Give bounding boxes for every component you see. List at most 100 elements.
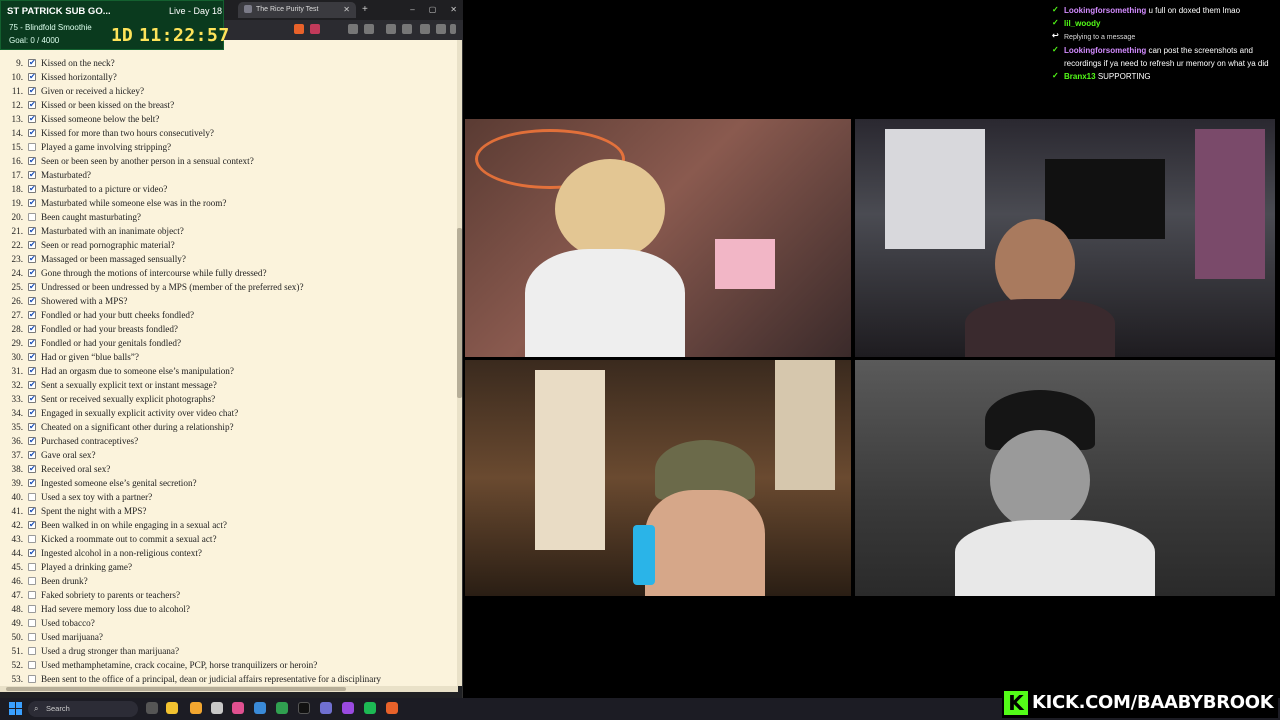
checkbox-checked[interactable] (28, 252, 36, 266)
checkbox-checked[interactable] (28, 126, 36, 140)
checkbox-checked[interactable] (28, 308, 36, 322)
chat-reply-label: ↩ Replying to a message (1052, 30, 1278, 44)
leo-icon[interactable] (402, 24, 412, 34)
checkbox-checked[interactable] (28, 56, 36, 70)
question-text: Engaged in sexually explicit activity ov… (41, 408, 239, 418)
checkbox-checked[interactable] (28, 350, 36, 364)
sidebar-icon[interactable] (364, 24, 374, 34)
brave-shield-icon[interactable] (294, 24, 304, 34)
checkbox-unchecked[interactable] (28, 493, 36, 501)
chat-username[interactable]: Lookingforsomething (1064, 46, 1146, 55)
checkbox-checked[interactable] (28, 518, 36, 532)
steam-icon[interactable] (254, 702, 266, 714)
checkbox-checked[interactable] (28, 504, 36, 518)
checkbox-unchecked[interactable] (28, 633, 36, 641)
vpn-icon[interactable] (420, 24, 430, 34)
checkbox-checked[interactable] (28, 448, 36, 462)
app-icon-pink[interactable] (232, 702, 244, 714)
checkbox-checked[interactable] (28, 406, 36, 420)
checkbox-checked[interactable] (28, 392, 36, 406)
search-label: Search (46, 704, 70, 713)
checkbox-unchecked[interactable] (28, 577, 36, 585)
app-icon-green[interactable] (276, 702, 288, 714)
tiktok-icon[interactable] (298, 702, 310, 714)
minimize-button[interactable]: – (410, 2, 414, 18)
goal-name: 75 - Blindfold Smoothie (9, 23, 92, 32)
scroll-thumb[interactable] (457, 228, 462, 398)
timer-days: 1D (111, 25, 133, 46)
vertical-scrollbar[interactable] (457, 40, 462, 686)
checkbox-checked[interactable] (28, 84, 36, 98)
settings-icon[interactable] (211, 702, 223, 714)
windows-start-icon[interactable] (9, 702, 22, 715)
app-icon-purple[interactable] (320, 702, 332, 714)
checkbox-checked[interactable] (28, 224, 36, 238)
checkbox-checked[interactable] (28, 420, 36, 434)
checkbox-unchecked[interactable] (28, 143, 36, 151)
checkbox-checked[interactable] (28, 266, 36, 280)
checkbox-checked[interactable] (28, 168, 36, 182)
question-number: 48. (11, 604, 23, 614)
kick-banner: K KICK.COM/BAABYBROOK (1002, 689, 1278, 718)
checkbox-unchecked[interactable] (28, 619, 36, 627)
chat-username[interactable]: Branx13 (1064, 72, 1096, 81)
question-text: Had severe memory loss due to alcohol? (41, 604, 190, 614)
task-view-icon[interactable] (146, 702, 158, 714)
tab-rice-purity[interactable]: The Rice Purity Test ✕ (238, 2, 356, 18)
checkbox-unchecked[interactable] (28, 647, 36, 655)
checkbox-checked[interactable] (28, 378, 36, 392)
checkbox-unchecked[interactable] (28, 591, 36, 599)
taskbar-search[interactable]: ⌕ Search (28, 701, 138, 717)
question-number: 38. (11, 464, 23, 474)
maximize-button[interactable]: ▢ (429, 2, 437, 18)
question-text: Sent a sexually explicit text or instant… (41, 380, 217, 390)
checkbox-checked[interactable] (28, 364, 36, 378)
downloads-icon[interactable] (436, 24, 446, 34)
hscroll-thumb[interactable] (6, 687, 346, 691)
checkbox-checked[interactable] (28, 70, 36, 84)
checkbox-unchecked[interactable] (28, 661, 36, 669)
checkbox-checked[interactable] (28, 546, 36, 560)
checkbox-checked[interactable] (28, 434, 36, 448)
checkbox-checked[interactable] (28, 476, 36, 490)
wallet-icon[interactable] (386, 24, 396, 34)
chat-username[interactable]: Lookingforsomething (1064, 6, 1146, 15)
checkbox-checked[interactable] (28, 294, 36, 308)
brave-rewards-icon[interactable] (310, 24, 320, 34)
extensions-icon[interactable] (348, 24, 358, 34)
question-number: 15. (11, 142, 23, 152)
checkbox-unchecked[interactable] (28, 535, 36, 543)
checkbox-checked[interactable] (28, 196, 36, 210)
spotify-icon[interactable] (364, 702, 376, 714)
tab-close-icon[interactable]: ✕ (343, 2, 350, 18)
checkbox-checked[interactable] (28, 112, 36, 126)
checkbox-unchecked[interactable] (28, 605, 36, 613)
checkbox-unchecked[interactable] (28, 675, 36, 683)
twitch-icon[interactable] (342, 702, 354, 714)
question-text: Ingested alcohol in a non-religious cont… (41, 548, 202, 558)
question-number: 22. (11, 240, 23, 250)
horizontal-scrollbar[interactable] (0, 686, 458, 692)
question-number: 17. (11, 170, 23, 180)
checkbox-checked[interactable] (28, 154, 36, 168)
checkbox-checked[interactable] (28, 322, 36, 336)
close-window-button[interactable]: ✕ (450, 2, 457, 18)
checkbox-unchecked[interactable] (28, 213, 36, 221)
file-explorer-icon[interactable] (166, 702, 178, 714)
checkbox-unchecked[interactable] (28, 563, 36, 571)
reply-text: Replying to a message (1064, 34, 1136, 41)
checkbox-checked[interactable] (28, 462, 36, 476)
question-text: Fondled or had your breasts fondled? (41, 324, 179, 334)
kick-badge-icon: ✓ (1052, 71, 1059, 80)
checkbox-checked[interactable] (28, 98, 36, 112)
brave-icon[interactable] (386, 702, 398, 714)
menu-icon[interactable] (450, 24, 456, 34)
question-number: 24. (11, 268, 23, 278)
checkbox-checked[interactable] (28, 182, 36, 196)
chat-username[interactable]: lil_woody (1064, 19, 1100, 28)
checkbox-checked[interactable] (28, 336, 36, 350)
new-tab-button[interactable]: + (362, 2, 368, 18)
checkbox-checked[interactable] (28, 238, 36, 252)
folder-icon[interactable] (190, 702, 202, 714)
checkbox-checked[interactable] (28, 280, 36, 294)
